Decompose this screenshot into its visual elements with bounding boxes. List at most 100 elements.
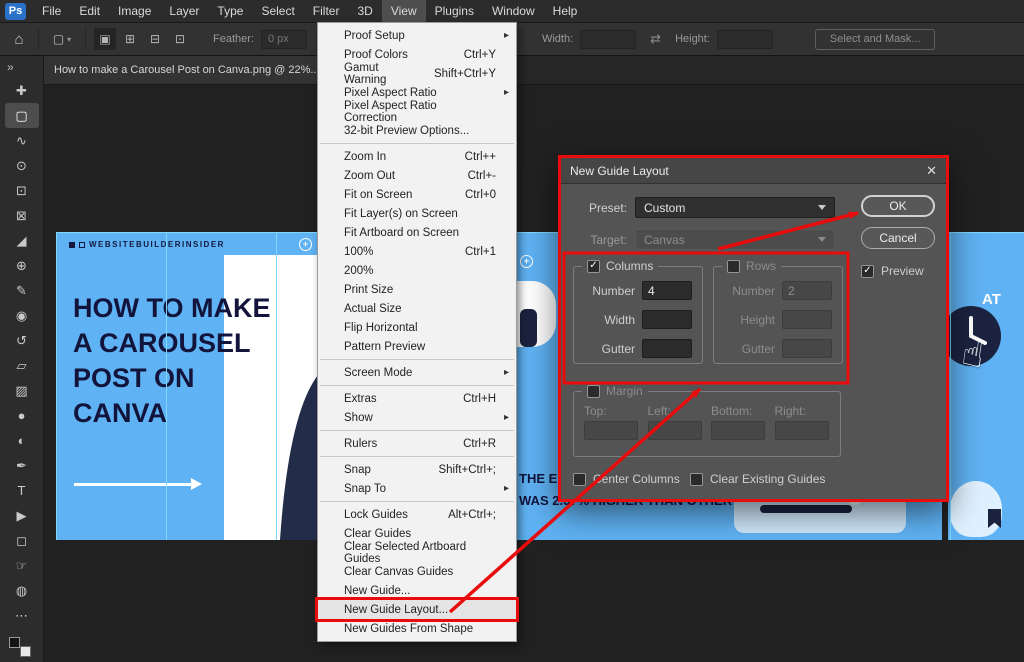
- menu-item-shortcut: Shift+Ctrl+Y: [420, 68, 496, 80]
- document-tab[interactable]: How to make a Carousel Post on Canva.png…: [44, 56, 349, 84]
- cancel-button[interactable]: Cancel: [861, 227, 935, 249]
- foreground-color-swatch[interactable]: [9, 637, 20, 648]
- path-selection-tool[interactable]: ▶: [5, 503, 39, 528]
- gradient-tool[interactable]: ▨: [5, 378, 39, 403]
- selection-mode-add-icon[interactable]: ⊞: [119, 28, 141, 50]
- center-columns-checkbox[interactable]: [573, 473, 586, 486]
- menubar-item[interactable]: Type: [208, 0, 252, 22]
- shape-tool[interactable]: ◻: [5, 528, 39, 553]
- menubar-item[interactable]: Help: [544, 0, 587, 22]
- ok-button[interactable]: OK: [861, 195, 935, 217]
- menubar-item[interactable]: Select: [252, 0, 303, 22]
- select-and-mask-button[interactable]: Select and Mask...: [815, 29, 936, 50]
- menubar-item[interactable]: Edit: [70, 0, 109, 22]
- healing-brush-tool[interactable]: ⊕: [5, 253, 39, 278]
- view-menu-item[interactable]: Rulers Ctrl+R: [318, 434, 516, 453]
- zoom-tool[interactable]: ◍: [5, 578, 39, 603]
- menubar-item[interactable]: Filter: [304, 0, 349, 22]
- view-menu-item[interactable]: Gamut Warning Shift+Ctrl+Y: [318, 64, 516, 83]
- view-menu-item[interactable]: Fit Layer(s) on Screen: [318, 204, 516, 223]
- view-menu-item[interactable]: Snap To ▸: [318, 479, 516, 498]
- view-menu-item[interactable]: Fit on Screen Ctrl+0: [318, 185, 516, 204]
- view-menu-item[interactable]: Proof Setup ▸: [318, 26, 516, 45]
- brand-row: WEBSITEBUILDERINSIDER: [69, 240, 225, 249]
- move-tool[interactable]: ✚: [5, 78, 39, 103]
- swap-dimensions-icon[interactable]: ⇄: [650, 31, 661, 47]
- view-menu-item[interactable]: Extras Ctrl+H: [318, 389, 516, 408]
- color-swatches[interactable]: [9, 637, 33, 657]
- object-selection-tool[interactable]: ⊙: [5, 153, 39, 178]
- hand-tool[interactable]: ☞: [5, 553, 39, 578]
- columns-gutter-input[interactable]: [642, 339, 692, 358]
- tool-icon: ◐: [18, 433, 26, 448]
- view-menu-item[interactable]: Clear Canvas Guides: [318, 562, 516, 581]
- columns-checkbox[interactable]: ✓: [587, 260, 600, 273]
- brush-tool[interactable]: ✎: [5, 278, 39, 303]
- history-brush-tool[interactable]: ↺: [5, 328, 39, 353]
- view-menu-item[interactable]: Pixel Aspect Ratio Correction: [318, 102, 516, 121]
- columns-number-input[interactable]: [642, 281, 692, 300]
- view-menu-item[interactable]: Actual Size: [318, 299, 516, 318]
- frame-tool[interactable]: ⊠: [5, 203, 39, 228]
- view-menu-item[interactable]: Screen Mode ▸: [318, 363, 516, 382]
- collapse-panel-icon[interactable]: »: [0, 56, 43, 78]
- menubar-item[interactable]: View: [382, 0, 426, 22]
- preview-checkbox[interactable]: ✓: [861, 265, 874, 278]
- height-input[interactable]: [717, 30, 773, 49]
- edit-toolbar-tool[interactable]: ⋯: [5, 603, 39, 628]
- clone-stamp-tool[interactable]: ◉: [5, 303, 39, 328]
- clear-existing-guides-checkbox[interactable]: [690, 473, 703, 486]
- width-input[interactable]: [580, 30, 636, 49]
- view-menu-item[interactable]: Print Size: [318, 280, 516, 299]
- menubar-item[interactable]: Image: [109, 0, 160, 22]
- pen-tool[interactable]: ✒: [5, 453, 39, 478]
- preset-label: Preset:: [569, 201, 627, 215]
- tool-icon: ↺: [16, 333, 27, 349]
- rectangular-marquee-tool[interactable]: ▢: [5, 103, 39, 128]
- view-menu-item[interactable]: 32-bit Preview Options...: [318, 121, 516, 140]
- selection-mode-subtract-icon[interactable]: ⊟: [144, 28, 166, 50]
- rows-gutter-input: [782, 339, 832, 358]
- menubar-item[interactable]: 3D: [348, 0, 381, 22]
- menubar-item[interactable]: Plugins: [426, 0, 483, 22]
- dialog-titlebar[interactable]: New Guide Layout ✕: [561, 158, 946, 184]
- background-color-swatch[interactable]: [20, 646, 31, 657]
- lasso-tool[interactable]: ∿: [5, 128, 39, 153]
- view-menu-item[interactable]: Zoom In Ctrl++: [318, 147, 516, 166]
- view-menu-item[interactable]: Show ▸: [318, 408, 516, 427]
- view-menu-item[interactable]: New Guides From Shape: [318, 619, 516, 638]
- menubar-item[interactable]: File: [33, 0, 70, 22]
- crop-tool[interactable]: ⊡: [5, 178, 39, 203]
- rows-checkbox[interactable]: ✓: [727, 260, 740, 273]
- eyedropper-tool[interactable]: ◢: [5, 228, 39, 253]
- dodge-tool[interactable]: ◐: [5, 428, 39, 453]
- view-menu-item[interactable]: Clear Selected Artboard Guides: [318, 543, 516, 562]
- margin-checkbox[interactable]: ✓: [587, 385, 600, 398]
- dialog-close-icon[interactable]: ✕: [926, 163, 937, 179]
- view-menu-item[interactable]: Pattern Preview: [318, 337, 516, 356]
- view-menu-item[interactable]: Lock Guides Alt+Ctrl+;: [318, 505, 516, 524]
- tool-preset-picker[interactable]: ▢ ▾: [39, 32, 85, 46]
- selection-mode-intersect-icon[interactable]: ⊡: [169, 28, 191, 50]
- eraser-tool[interactable]: ▱: [5, 353, 39, 378]
- marquee-icon: ▢: [53, 32, 64, 46]
- tool-icon: ◍: [16, 583, 27, 599]
- rows-group: ✓ Rows Number Height Gutter: [713, 266, 843, 364]
- feather-input[interactable]: 0 px: [261, 30, 307, 49]
- view-menu-item[interactable]: Fit Artboard on Screen: [318, 223, 516, 242]
- menubar-item[interactable]: Window: [483, 0, 544, 22]
- columns-width-input[interactable]: [642, 310, 692, 329]
- type-tool[interactable]: T: [5, 478, 39, 503]
- view-menu-item[interactable]: Flip Horizontal: [318, 318, 516, 337]
- blur-tool[interactable]: ●: [5, 403, 39, 428]
- view-menu-item[interactable]: 100% Ctrl+1: [318, 242, 516, 261]
- view-menu-item[interactable]: Zoom Out Ctrl+-: [318, 166, 516, 185]
- view-menu-item-highlighted[interactable]: New Guide Layout...: [318, 600, 516, 619]
- preset-dropdown[interactable]: Custom: [635, 197, 835, 218]
- selection-mode-new-icon[interactable]: ▣: [94, 28, 116, 50]
- home-icon[interactable]: ⌂: [0, 31, 38, 48]
- view-menu-item[interactable]: Snap Shift+Ctrl+;: [318, 460, 516, 479]
- view-menu-item[interactable]: 200%: [318, 261, 516, 280]
- menubar-item[interactable]: Layer: [160, 0, 208, 22]
- view-menu-item[interactable]: New Guide...: [318, 581, 516, 600]
